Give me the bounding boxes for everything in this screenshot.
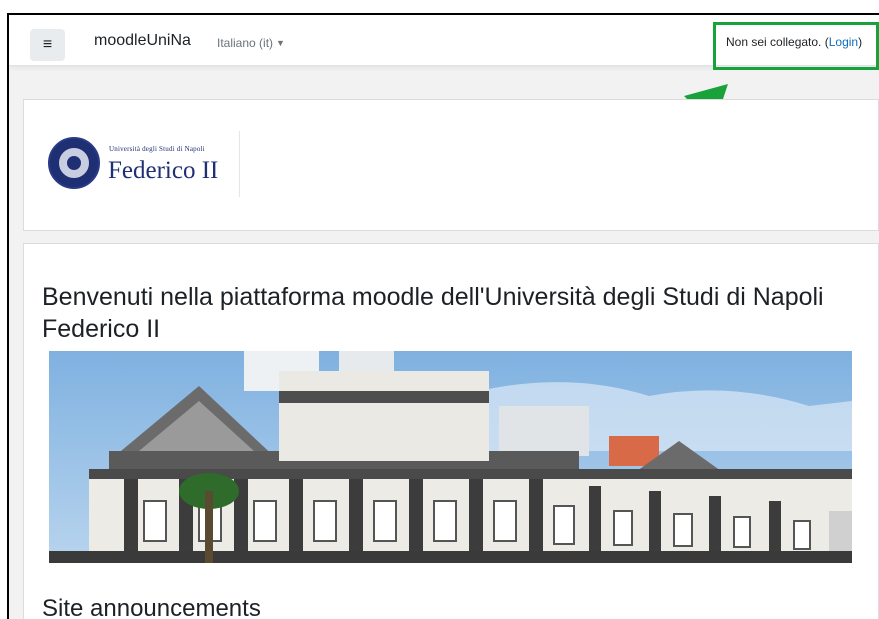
welcome-heading: Benvenuti nella piattaforma moodle dell'… <box>42 283 824 343</box>
logo-university-name: Università degli Studi di Napoli <box>109 145 205 153</box>
login-status-text: Non sei collegato. ( <box>726 35 829 49</box>
hamburger-menu-icon[interactable]: ≡ <box>30 29 65 61</box>
caret-down-icon: ▼ <box>276 38 285 48</box>
site-announcements-heading: Site announcements <box>42 595 261 619</box>
university-building-image <box>49 351 852 563</box>
university-logo[interactable]: Università degli Studi di Napoli Federic… <box>40 131 240 197</box>
language-selector[interactable]: Italiano (it) ▼ <box>217 36 285 50</box>
logo-federico-ii: Federico II <box>108 157 219 184</box>
university-seal-icon <box>48 137 100 189</box>
login-status-suffix: ) <box>858 35 863 49</box>
site-brand[interactable]: moodleUniNa <box>94 32 191 50</box>
language-label: Italiano (it) <box>217 36 274 50</box>
login-link[interactable]: Login <box>829 35 858 49</box>
login-status: Non sei collegato. (Login) <box>726 35 862 49</box>
